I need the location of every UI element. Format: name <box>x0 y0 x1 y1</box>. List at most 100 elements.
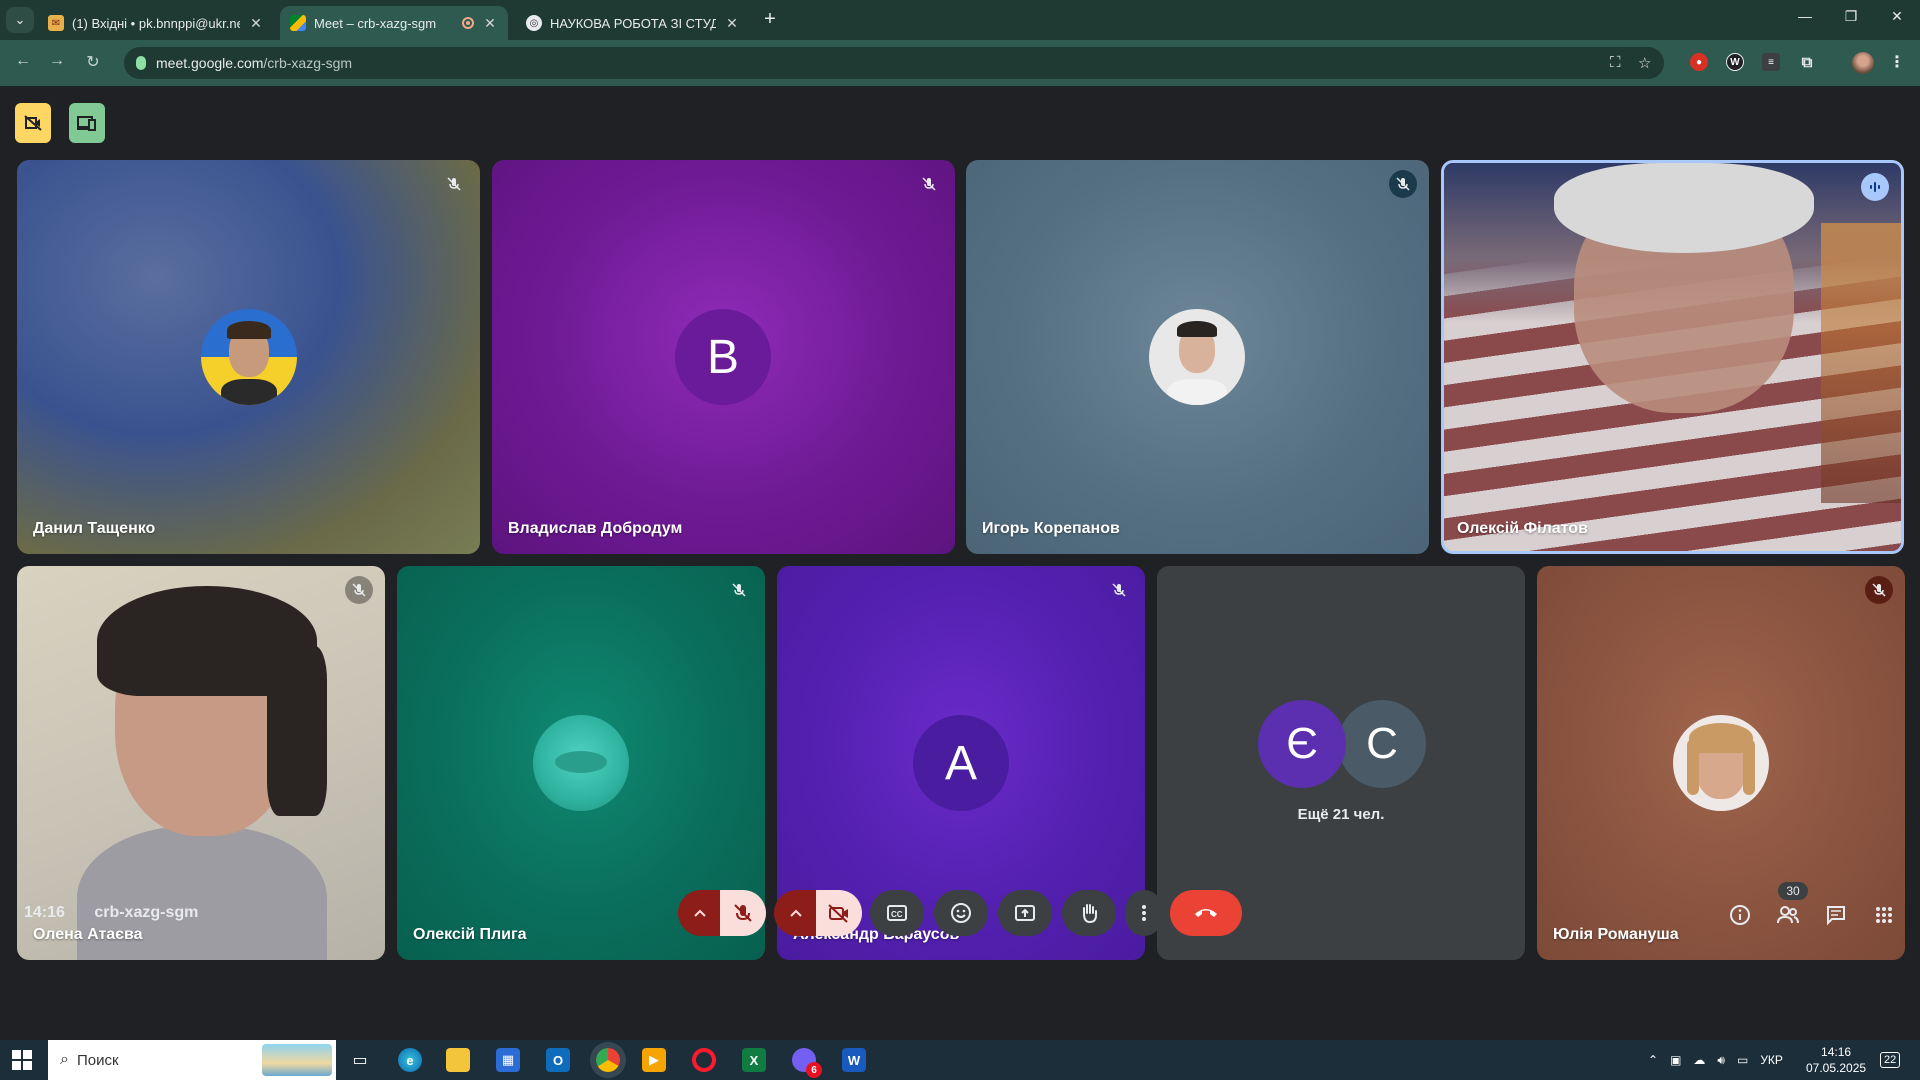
visual-effects-button[interactable] <box>15 103 51 143</box>
chat-button[interactable] <box>1821 900 1851 930</box>
extension-w-icon[interactable]: W <box>1726 53 1744 71</box>
participant-avatar <box>533 715 629 811</box>
outlook-icon[interactable]: O <box>546 1048 570 1072</box>
browser-tab-bar: ⌄ ✉ (1) Вхідні • pk.bnnppi@ukr.net ✕ Mee… <box>0 0 1920 40</box>
tab-close-icon[interactable]: ✕ <box>724 15 740 32</box>
leave-call-button[interactable] <box>1170 890 1242 936</box>
participant-tile[interactable]: Данил Тащенко <box>17 160 480 554</box>
opera-icon[interactable] <box>692 1048 716 1072</box>
separator: | <box>77 904 82 921</box>
new-tab-plus-icon[interactable]: + <box>758 8 782 31</box>
network-icon[interactable]: ▭ <box>1737 1053 1748 1067</box>
participant-initial-avatar: A <box>913 715 1009 811</box>
edge-browser-icon[interactable]: e <box>398 1048 422 1072</box>
search-placeholder: Поиск <box>76 1051 119 1069</box>
microsoft-store-icon[interactable]: ▦ <box>496 1048 520 1072</box>
microphone-toggle-button[interactable] <box>720 890 766 936</box>
audio-options-button[interactable] <box>678 890 722 936</box>
muted-mic-icon <box>440 170 468 198</box>
bookmark-star-icon[interactable]: ☆ <box>1638 54 1651 72</box>
taskbar-time: 14:16 <box>1821 1045 1852 1059</box>
overflow-initial-avatar: Є <box>1258 700 1346 788</box>
meeting-time: 14:16 <box>24 904 65 921</box>
more-participants-label: Ещё 21 чел. <box>1297 806 1385 823</box>
participant-name: Владислав Добродум <box>508 520 683 537</box>
people-count-badge: 30 <box>1778 882 1808 900</box>
microphone-in-use-icon <box>136 56 146 70</box>
tab-ukr-net-mail[interactable]: ✉ (1) Вхідні • pk.bnnppi@ukr.net ✕ <box>38 6 274 40</box>
devices-icon <box>77 116 96 131</box>
taskbar-clock[interactable]: 14:16 07.05.2025 <box>1806 1040 1866 1080</box>
muted-mic-icon <box>725 576 753 604</box>
notifications-count: 22 <box>1880 1052 1901 1068</box>
camera-off-icon <box>828 904 848 923</box>
tab-close-icon[interactable]: ✕ <box>248 15 264 32</box>
tray-app-icon[interactable]: ▣ <box>1670 1053 1681 1067</box>
reactions-button[interactable] <box>934 890 988 936</box>
tab-search-button[interactable]: ⌄ <box>6 7 34 33</box>
participant-tile[interactable]: B Владислав Добродум <box>492 160 955 554</box>
meet-favicon-icon <box>290 15 306 31</box>
camera-toggle-button[interactable] <box>816 890 862 936</box>
muted-mic-icon <box>1389 170 1417 198</box>
hang-up-icon <box>1195 909 1217 917</box>
tray-onedrive-icon[interactable]: ☁ <box>1693 1053 1705 1067</box>
extension-list-icon[interactable]: ≡ <box>1762 53 1780 71</box>
raise-hand-button[interactable] <box>1062 890 1116 936</box>
present-screen-button[interactable] <box>998 890 1052 936</box>
closed-captions-icon: CC <box>887 905 907 921</box>
tab-close-icon[interactable]: ✕ <box>482 15 498 32</box>
tray-overflow-icon[interactable]: ⌃ <box>1648 1053 1658 1067</box>
site-favicon-icon: ◎ <box>526 15 542 31</box>
activities-button[interactable] <box>1869 900 1899 930</box>
video-lights <box>1821 223 1901 503</box>
task-view-icon[interactable]: ▭ <box>348 1048 372 1072</box>
muted-mic-icon <box>1865 576 1893 604</box>
taskbar-search[interactable]: ⌕ Поиск <box>48 1040 336 1080</box>
mic-off-icon <box>734 904 752 922</box>
minimize-icon[interactable]: — <box>1790 8 1820 24</box>
companion-mode-button[interactable] <box>69 103 105 143</box>
search-icon: ⌕ <box>60 1051 69 1068</box>
more-options-button[interactable] <box>1126 890 1162 936</box>
participant-tile-speaking[interactable]: Олексій Філатов <box>1441 160 1904 554</box>
chrome-icon[interactable] <box>596 1048 620 1072</box>
back-arrow-icon[interactable]: ← <box>12 52 34 70</box>
participant-tile[interactable]: Игорь Корепанов <box>966 160 1429 554</box>
video-hair <box>1554 163 1814 253</box>
present-screen-icon <box>1015 905 1035 921</box>
restore-icon[interactable]: ❐ <box>1836 8 1866 25</box>
tab-google-meet[interactable]: Meet – crb-xazg-sgm ✕ <box>280 6 508 40</box>
tab-title: (1) Вхідні • pk.bnnppi@ukr.net <box>72 15 240 31</box>
address-toolbar: ← → ↻ meet.google.com/crb-xazg-sgm ⛶ ☆ ●… <box>0 40 1920 86</box>
windows-start-icon[interactable] <box>12 1050 32 1075</box>
close-window-icon[interactable]: ✕ <box>1882 8 1912 25</box>
translate-icon[interactable]: ⛶ <box>1610 54 1621 71</box>
media-player-icon[interactable]: ▶ <box>642 1048 666 1072</box>
participant-name: Игорь Корепанов <box>982 520 1120 537</box>
volume-icon[interactable]: 🔊︎ <box>1717 1053 1725 1068</box>
chrome-menu-icon[interactable]: ⋮ <box>1888 53 1906 71</box>
captions-button[interactable]: CC <box>870 890 924 936</box>
url-text: meet.google.com/crb-xazg-sgm <box>156 55 353 71</box>
profile-avatar[interactable] <box>1852 52 1874 74</box>
forward-arrow-icon[interactable]: → <box>46 52 68 70</box>
file-explorer-icon[interactable] <box>446 1048 470 1072</box>
video-options-button[interactable] <box>774 890 818 936</box>
word-icon[interactable]: W <box>842 1048 866 1072</box>
tab-research-work[interactable]: ◎ НАУКОВА РОБОТА ЗІ СТУДЕНТАМИ ✕ <box>516 6 750 40</box>
notifications-button[interactable]: 22 <box>1880 1040 1901 1080</box>
extension-red-icon[interactable]: ● <box>1690 53 1708 71</box>
taskbar-date: 07.05.2025 <box>1806 1061 1867 1075</box>
meeting-details-button[interactable] <box>1725 900 1755 930</box>
tab-title: НАУКОВА РОБОТА ЗІ СТУДЕНТАМИ <box>550 15 716 31</box>
extensions-puzzle-icon[interactable]: ⧉ <box>1798 53 1816 71</box>
participant-tile[interactable]: Олена Атаєва <box>17 566 385 960</box>
omnibox[interactable]: meet.google.com/crb-xazg-sgm ⛶ ☆ <box>124 47 1664 79</box>
viber-icon[interactable]: 6 <box>792 1048 822 1078</box>
reload-icon[interactable]: ↻ <box>82 52 104 72</box>
muted-mic-icon <box>345 576 373 604</box>
language-indicator[interactable]: УКР <box>1760 1053 1783 1067</box>
excel-icon[interactable]: X <box>742 1048 766 1072</box>
people-button[interactable] <box>1773 900 1803 930</box>
